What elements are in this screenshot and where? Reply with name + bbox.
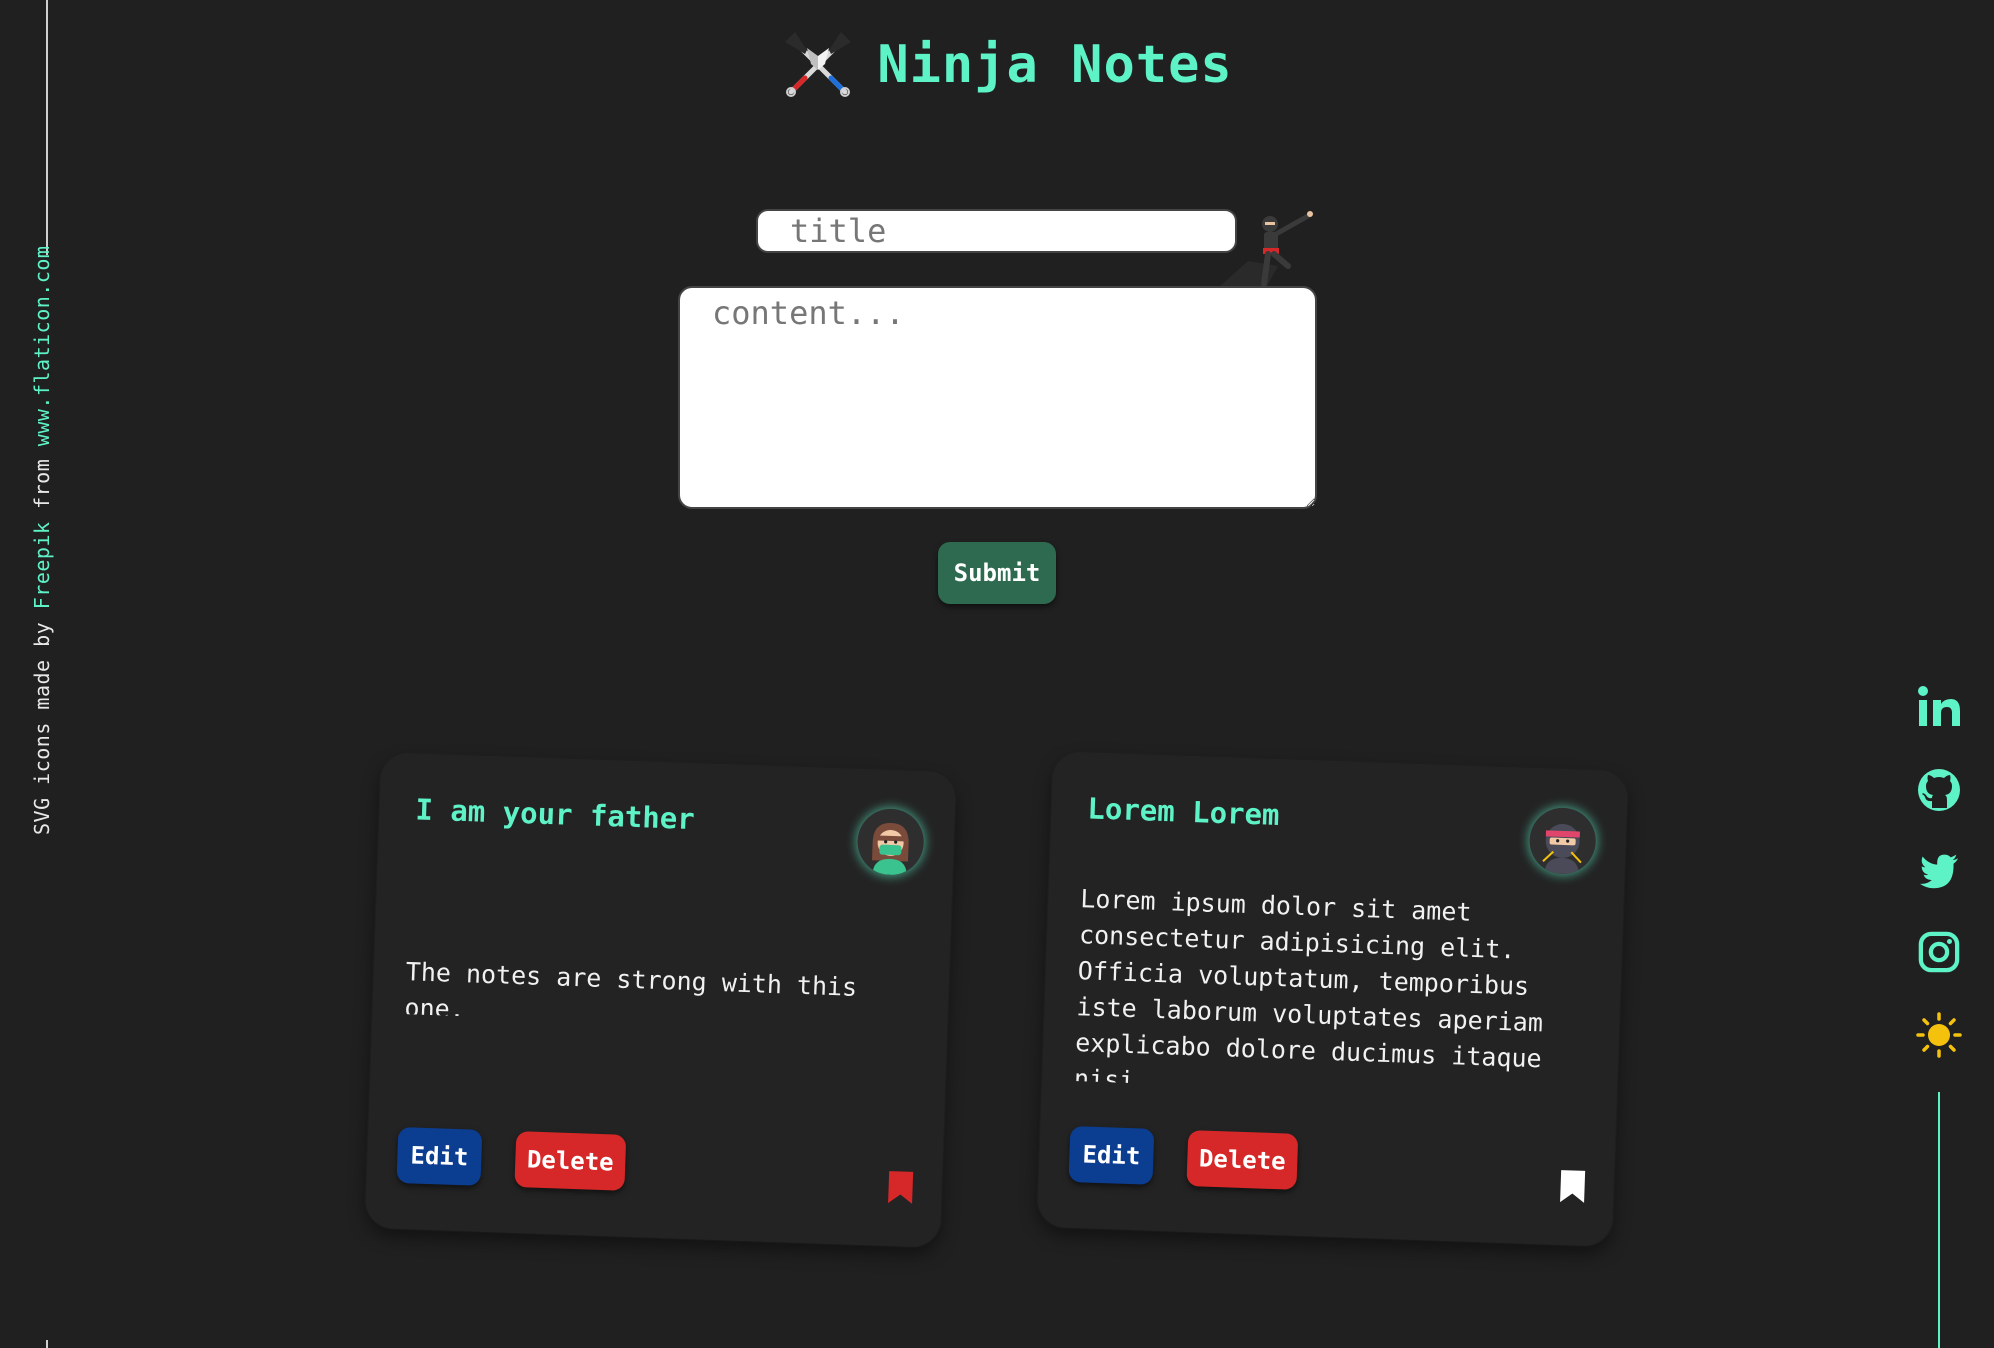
bookmark-icon[interactable] — [1559, 1169, 1586, 1204]
app-header: Ninja Notes — [0, 28, 1994, 102]
note-content-textarea[interactable] — [678, 286, 1317, 509]
edit-button[interactable]: Edit — [1068, 1125, 1155, 1185]
ninja-girl-avatar-icon — [856, 807, 925, 877]
github-icon[interactable] — [1916, 767, 1962, 813]
credit-site-link[interactable]: www.flaticon.com — [30, 246, 54, 447]
left-divider-line-bottom — [46, 1340, 48, 1348]
note-card: I am your father The notes are strong wi… — [364, 753, 957, 1248]
note-title: Lorem Lorem — [1086, 791, 1281, 833]
submit-button[interactable]: Submit — [938, 542, 1056, 604]
right-divider-line — [1938, 1092, 1940, 1348]
note-title: I am your father — [414, 792, 696, 837]
note-body: Lorem ipsum dolor sit amet consectetur a… — [1073, 884, 1544, 1096]
page-title: Ninja Notes — [877, 35, 1233, 95]
edit-button[interactable]: Edit — [396, 1126, 483, 1186]
twitter-icon[interactable] — [1916, 848, 1962, 894]
ninja-avatar-icon — [1528, 806, 1597, 876]
note-card: Lorem Lorem Lorem ipsum dolor sit amet c… — [1036, 752, 1629, 1247]
bookmark-icon[interactable] — [887, 1170, 914, 1205]
sun-theme-toggle-icon[interactable] — [1916, 1012, 1962, 1058]
linkedin-icon[interactable] — [1916, 683, 1962, 729]
credit-prefix: SVG icons made by — [30, 609, 54, 835]
crossed-kunai-icon — [785, 32, 852, 97]
instagram-icon[interactable] — [1916, 929, 1962, 975]
icon-credit: SVG icons made by Freepik from www.flati… — [30, 246, 54, 835]
delete-button[interactable]: Delete — [1186, 1130, 1299, 1190]
note-title-input[interactable] — [756, 209, 1237, 253]
delete-button[interactable]: Delete — [514, 1131, 627, 1191]
ninja-figure-icon — [1218, 211, 1313, 288]
credit-author-link[interactable]: Freepik — [30, 521, 54, 609]
note-body: The notes are strong with this one. — [404, 957, 858, 1025]
credit-middle: from — [30, 446, 54, 522]
